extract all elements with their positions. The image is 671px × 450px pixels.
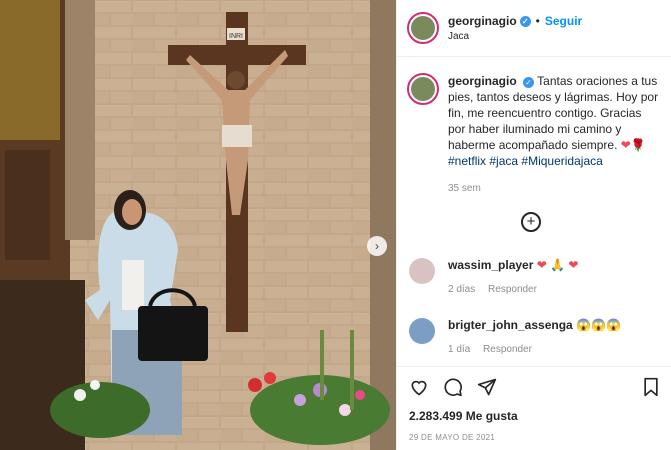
church-scene-image: INRI — [0, 0, 396, 450]
avatar-image — [411, 16, 435, 40]
hashtag-jaca[interactable]: #jaca — [489, 154, 518, 168]
reply-button[interactable]: Responder — [483, 344, 532, 355]
commenter-avatar[interactable] — [409, 318, 435, 344]
save-bookmark-icon[interactable] — [642, 377, 660, 397]
post-date: 29 DE MAYO DE 2021 — [409, 433, 496, 442]
reply-button[interactable]: Responder — [488, 284, 537, 295]
post-photo[interactable]: INRI › — [0, 0, 396, 450]
like-heart-icon[interactable] — [409, 377, 429, 397]
comment-text: ❤ 🙏 ❤ — [536, 258, 579, 272]
caption-username[interactable]: georginagio — [448, 74, 517, 88]
comment-age: 2 días — [448, 284, 476, 295]
share-send-icon[interactable] — [477, 377, 497, 397]
caption: georginagio ✓ Tantas oraciones a tus pie… — [397, 57, 671, 197]
separator-dot: • — [535, 14, 540, 28]
commenter-avatar[interactable] — [409, 258, 435, 284]
caption-emoji: ❤🌹 — [620, 138, 646, 152]
comment-username[interactable]: brigter_john_assenga — [448, 318, 573, 332]
location-link[interactable]: Jaca — [448, 31, 582, 42]
comment-username[interactable]: wassim_player — [448, 258, 533, 272]
comment-text: 😱😱😱 — [576, 318, 621, 332]
follow-button[interactable]: Seguir — [545, 14, 582, 28]
comment-age: 1 día — [448, 344, 471, 355]
hashtag-netflix[interactable]: #netflix — [448, 154, 486, 168]
instagram-post: INRI › georginagio ✓ • Seguir Jaca georg… — [0, 0, 671, 450]
action-bar: 2.283.499 Me gusta 29 DE MAYO DE 2021 — [397, 366, 671, 450]
next-photo-button[interactable]: › — [367, 236, 387, 256]
post-age: 35 sem — [448, 183, 481, 194]
load-more-comments-button[interactable]: + — [521, 212, 541, 232]
username-link[interactable]: georginagio — [448, 14, 517, 28]
hashtag-miqueridajaca[interactable]: #Miqueridajaca — [521, 154, 602, 168]
post-sidebar: georginagio ✓ • Seguir Jaca georginagio … — [396, 0, 671, 450]
comment-bubble-icon[interactable] — [443, 377, 463, 397]
post-header: georginagio ✓ • Seguir Jaca — [397, 0, 671, 57]
caption-avatar-image — [411, 77, 435, 101]
inri-sign: INRI — [229, 33, 243, 40]
likes-count[interactable]: 2.283.499 Me gusta — [409, 409, 518, 423]
comment-item: wassim_player ❤ 🙏 ❤ 2 días Responder — [409, 258, 578, 295]
verified-icon: ✓ — [519, 15, 531, 27]
verified-icon: ✓ — [523, 77, 535, 88]
comment-item: brigter_john_assenga 😱😱😱 1 día Responder — [409, 318, 621, 355]
avatar[interactable] — [407, 12, 439, 44]
caption-avatar[interactable] — [407, 73, 439, 105]
handbag — [138, 306, 208, 361]
